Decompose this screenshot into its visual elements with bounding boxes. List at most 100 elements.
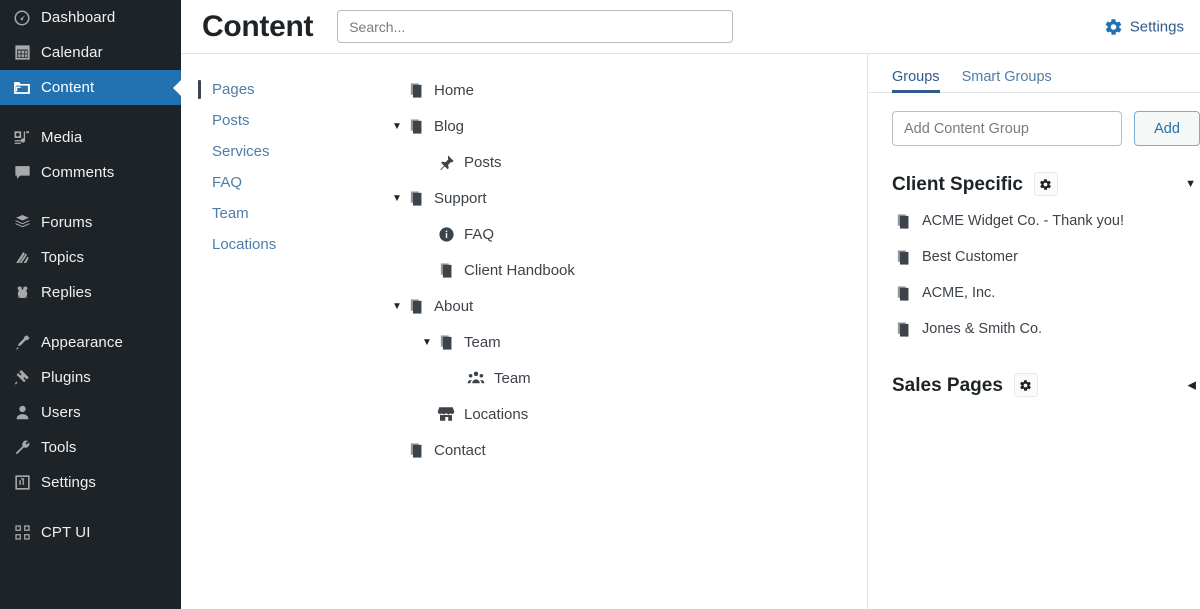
sidebar-item-label: Appearance <box>41 334 123 351</box>
sidebar-item-dashboard[interactable]: Dashboard <box>0 0 181 35</box>
tree-node-label: Posts <box>464 153 502 171</box>
pages-icon <box>405 442 427 459</box>
sidebar-item-label: CPT UI <box>41 524 91 541</box>
sidebar-item-plugins[interactable]: Plugins <box>0 360 181 395</box>
sidebar-item-label: Replies <box>41 284 92 301</box>
tree-node[interactable]: Contact <box>377 432 867 468</box>
comments-icon <box>11 163 33 183</box>
storefront-icon <box>435 405 457 423</box>
sidebar-item-label: Dashboard <box>41 9 116 26</box>
chevron-down-icon[interactable]: ▼ <box>419 337 435 348</box>
content-group-item[interactable]: ACME Widget Co. - Thank you! <box>892 203 1200 239</box>
content-type-label: Locations <box>212 236 277 253</box>
sidebar-item-users[interactable]: Users <box>0 395 181 430</box>
content-type-locations[interactable]: Locations <box>198 229 377 260</box>
sidebar-item-replies[interactable]: Replies <box>0 275 181 310</box>
settings-link[interactable]: Settings <box>1104 17 1184 36</box>
content-type-posts[interactable]: Posts <box>198 105 377 136</box>
folder-icon <box>11 78 33 98</box>
sidebar-divider <box>0 105 181 120</box>
content-groups-list: Client Specific ▼ ACME Widget Co. - Thank … <box>868 171 1200 398</box>
add-group-button[interactable]: Add <box>1134 111 1200 146</box>
chevron-left-icon[interactable]: ◀ <box>1188 379 1196 392</box>
content-type-services[interactable]: Services <box>198 136 377 167</box>
pages-icon <box>405 190 427 207</box>
search-input[interactable] <box>337 10 734 43</box>
sidebar-item-appearance[interactable]: Appearance <box>0 325 181 360</box>
sidebar-divider <box>0 190 181 205</box>
tree-node-label: Blog <box>434 117 465 135</box>
chevron-down-icon[interactable]: ▼ <box>389 301 405 312</box>
content-group-item-label: ACME Widget Co. - Thank you! <box>922 213 1125 229</box>
sidebar-item-cpt-ui[interactable]: CPT UI <box>0 515 181 550</box>
calendar-icon <box>11 43 33 63</box>
tree-node[interactable]: ▼ About <box>377 288 867 324</box>
content-group-item[interactable]: Jones & Smith Co. <box>892 311 1200 347</box>
sidebar-item-label: Users <box>41 404 81 421</box>
content-type-label: FAQ <box>212 174 243 191</box>
sidebar-item-topics[interactable]: Topics <box>0 240 181 275</box>
sidebar-item-settings[interactable]: Settings <box>0 465 181 500</box>
content-type-label: Posts <box>212 112 250 129</box>
sidebar-divider <box>0 310 181 325</box>
sidebar-item-comments[interactable]: Comments <box>0 155 181 190</box>
add-group-row: Add <box>868 93 1200 146</box>
group-icon <box>465 369 487 387</box>
gear-icon[interactable] <box>1013 373 1038 397</box>
tab-smart-groups[interactable]: Smart Groups <box>962 69 1052 92</box>
tree-node[interactable]: ▼ Team <box>377 324 867 360</box>
admin-sidebar: Dashboard Calendar Content Media Comments For… <box>0 0 181 609</box>
content-group-item[interactable]: Best Customer <box>892 239 1200 275</box>
appearance-icon <box>11 333 33 353</box>
tab-label: Groups <box>892 69 940 85</box>
content-group-name: Sales Pages <box>892 374 1003 396</box>
content-group-header[interactable]: Sales Pages ◀ <box>892 372 1200 398</box>
content-group-item-label: ACME, Inc. <box>922 285 996 301</box>
tree-node-label: Contact <box>434 441 486 459</box>
chevron-down-icon[interactable]: ▼ <box>1185 178 1196 190</box>
sidebar-item-label: Tools <box>41 439 77 456</box>
content-type-pages[interactable]: Pages <box>198 74 377 105</box>
tree-node[interactable]: Client Handbook <box>377 252 867 288</box>
sidebar-item-label: Plugins <box>41 369 91 386</box>
tree-node[interactable]: Posts <box>377 144 867 180</box>
page-header: Content Settings <box>181 0 1200 54</box>
sidebar-item-label: Media <box>41 129 83 146</box>
sidebar-item-media[interactable]: Media <box>0 120 181 155</box>
content-group: Sales Pages ◀ <box>868 372 1200 398</box>
sidebar-item-label: Topics <box>41 249 85 266</box>
sidebar-item-label: Comments <box>41 164 115 181</box>
content-type-label: Services <box>212 143 270 160</box>
pages-icon <box>405 82 427 99</box>
tree-node[interactable]: Home <box>377 72 867 108</box>
forums-icon <box>11 213 33 233</box>
gear-icon[interactable] <box>1033 172 1058 196</box>
tree-node[interactable]: Locations <box>377 396 867 432</box>
content-group-item[interactable]: ACME, Inc. <box>892 275 1200 311</box>
content-type-team[interactable]: Team <box>198 198 377 229</box>
tree-node[interactable]: FAQ <box>377 216 867 252</box>
replies-icon <box>11 283 33 303</box>
tree-node-label: Home <box>434 81 475 99</box>
sidebar-item-forums[interactable]: Forums <box>0 205 181 240</box>
content-group-header[interactable]: Client Specific ▼ <box>892 171 1200 197</box>
chevron-down-icon[interactable]: ▼ <box>389 193 405 204</box>
tools-icon <box>11 438 33 458</box>
content-type-faq[interactable]: FAQ <box>198 167 377 198</box>
gear-icon <box>1104 17 1123 36</box>
tree-node[interactable]: Team <box>377 360 867 396</box>
tree-node-label: FAQ <box>464 225 495 243</box>
tree-node-label: Team <box>464 333 501 351</box>
sidebar-item-label: Calendar <box>41 44 103 61</box>
sidebar-item-content[interactable]: Content <box>0 70 181 105</box>
tab-groups[interactable]: Groups <box>892 69 940 93</box>
app-root: Dashboard Calendar Content Media Comments For… <box>0 0 1200 609</box>
tree-node[interactable]: ▼ Blog <box>377 108 867 144</box>
tree-node[interactable]: ▼ Support <box>377 180 867 216</box>
content-group-name: Client Specific <box>892 173 1023 195</box>
add-content-group-input[interactable] <box>892 111 1122 146</box>
chevron-down-icon[interactable]: ▼ <box>389 121 405 132</box>
info-icon <box>435 226 457 243</box>
sidebar-item-calendar[interactable]: Calendar <box>0 35 181 70</box>
sidebar-item-tools[interactable]: Tools <box>0 430 181 465</box>
